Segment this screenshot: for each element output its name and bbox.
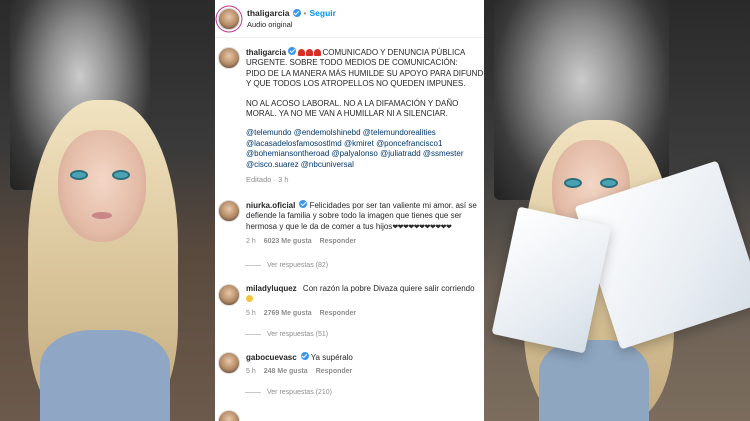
view-replies-label[interactable]: Ver respuestas (210) (267, 389, 332, 396)
person-top (40, 330, 170, 421)
comment-text: defiende la familia y sobre todo la imag… (246, 211, 462, 221)
comment-text: Felicidades por ser tan valiente mi amor… (309, 201, 477, 210)
person-eye (72, 172, 86, 178)
edited-label: Editado (246, 175, 272, 185)
post-header: thaligarcia • Seguir Audio original (215, 0, 484, 38)
edited-meta: Editado · 3 h (246, 175, 289, 185)
caption-line: COMUNICADO Y DENUNCIA PÚBLICA (322, 48, 466, 57)
heart-icon: ❤❤❤❤❤❤❤❤❤❤❤ (392, 223, 452, 231)
follow-button[interactable]: Seguir (310, 8, 336, 19)
dot-separator: • (303, 7, 307, 18)
replies-divider (245, 334, 261, 335)
person-eye (602, 180, 616, 186)
right-video-frame (484, 0, 750, 421)
comment-item: miladyluquez Con razón la pobre Divaza q… (215, 284, 484, 319)
commenter-username[interactable]: niurka.oficial (246, 201, 295, 210)
commenter-username[interactable]: gabocuevasc (246, 353, 297, 362)
commenter-avatar[interactable] (218, 284, 240, 306)
header-text: thaligarcia • Seguir Audio original (247, 8, 336, 30)
comment-text: Ya supéralo (310, 353, 353, 362)
verified-badge-icon (300, 352, 309, 360)
comment-meta: 5 h 2769 Me gusta Responder (246, 309, 475, 319)
comment-time: 2 h (246, 238, 256, 246)
comment-time: 5 h (246, 368, 256, 376)
caption-line: NO AL ACOSO LABORAL. NO A LA DIFAMACIÓN … (246, 98, 459, 108)
alarm-light-icon (314, 49, 322, 56)
view-replies-button[interactable]: Ver respuestas (51) (245, 331, 328, 338)
mention-links[interactable]: @bohemiansontheroad @palyalonso @juliatr… (246, 149, 484, 159)
mention-links[interactable]: @cisco.suarez @nbcuniversal (246, 160, 484, 170)
comment-meta: 5 h 248 Me gusta Responder (246, 367, 353, 377)
comment-likes[interactable]: 6023 Me gusta (264, 237, 312, 247)
mention-links[interactable]: @telemundo @endemolshinebd @telemundorea… (246, 128, 484, 138)
comment-text: Con razón la pobre Divaza quiere salir c… (302, 284, 475, 293)
replies-divider (245, 265, 261, 266)
verified-badge-icon (299, 200, 308, 208)
caption-line: Y QUE TODOS LOS ATROPELLOS NO QUEDEN IMP… (246, 79, 466, 89)
comment-likes[interactable]: 2769 Me gusta (264, 309, 312, 319)
alarm-light-icon (298, 49, 306, 56)
comment-meta: 2 h 6023 Me gusta Responder (246, 237, 477, 247)
commenter-avatar[interactable] (218, 410, 240, 421)
mention-links[interactable]: @lacasadelosfamosostlmd @kmiret @poncefr… (246, 139, 484, 149)
edited-time: 3 h (278, 175, 289, 185)
reply-button[interactable]: Responder (316, 367, 353, 377)
person-eye (114, 172, 128, 178)
verified-badge-icon (292, 9, 301, 17)
view-replies-button[interactable]: Ver respuestas (210) (245, 389, 332, 396)
commenter-avatar[interactable] (218, 200, 240, 222)
caption-line: URGENTE. SOBRE TODO MEDIOS DE COMUNICACI… (246, 58, 458, 68)
comment-time: 5 h (246, 309, 256, 317)
view-replies-label[interactable]: Ver respuestas (82) (267, 262, 328, 269)
verified-badge-icon (288, 47, 297, 55)
author-avatar[interactable] (218, 7, 240, 30)
author-avatar[interactable] (218, 47, 240, 69)
person-lips (92, 212, 112, 219)
instagram-post-panel: thaligarcia • Seguir Audio original thal… (215, 0, 484, 421)
commenter-avatar[interactable] (218, 352, 240, 374)
left-video-frame (0, 0, 215, 421)
alarm-light-icon (306, 49, 314, 56)
view-replies-label[interactable]: Ver respuestas (51) (267, 331, 328, 338)
caption-line: MORAL. YA NO ME VAN A HUMILLAR NI A SILE… (246, 109, 448, 119)
audio-label[interactable]: Audio original (247, 19, 336, 30)
person-face (58, 130, 146, 242)
next-comment-partial (218, 410, 240, 421)
comment-text: hermosa y que le da de comer a tus hijos (246, 221, 393, 231)
person-top (539, 340, 649, 421)
smiley-emoji-icon (246, 295, 253, 303)
reply-button[interactable]: Responder (320, 309, 357, 319)
caption-line: PIDO DE LA MANERA MÁS HUMILDE SU APOYO P… (246, 68, 484, 78)
post-caption: thaligarcia COMUNICADO Y DENUNCIA PÚBLIC… (215, 38, 484, 185)
replies-divider (245, 392, 261, 393)
author-username[interactable]: thaligarcia (247, 8, 290, 19)
caption-username[interactable]: thaligarcia (246, 48, 286, 57)
comment-item: gabocuevasc Ya supéralo 5 h 248 Me gusta… (215, 352, 484, 378)
commenter-username[interactable]: miladyluquez (246, 284, 297, 293)
comment-likes[interactable]: 248 Me gusta (264, 367, 308, 377)
person-eye (566, 180, 580, 186)
view-replies-button[interactable]: Ver respuestas (82) (245, 262, 328, 269)
reply-button[interactable]: Responder (320, 237, 357, 247)
comment-item: niurka.oficial Felicidades por ser tan v… (215, 200, 484, 248)
